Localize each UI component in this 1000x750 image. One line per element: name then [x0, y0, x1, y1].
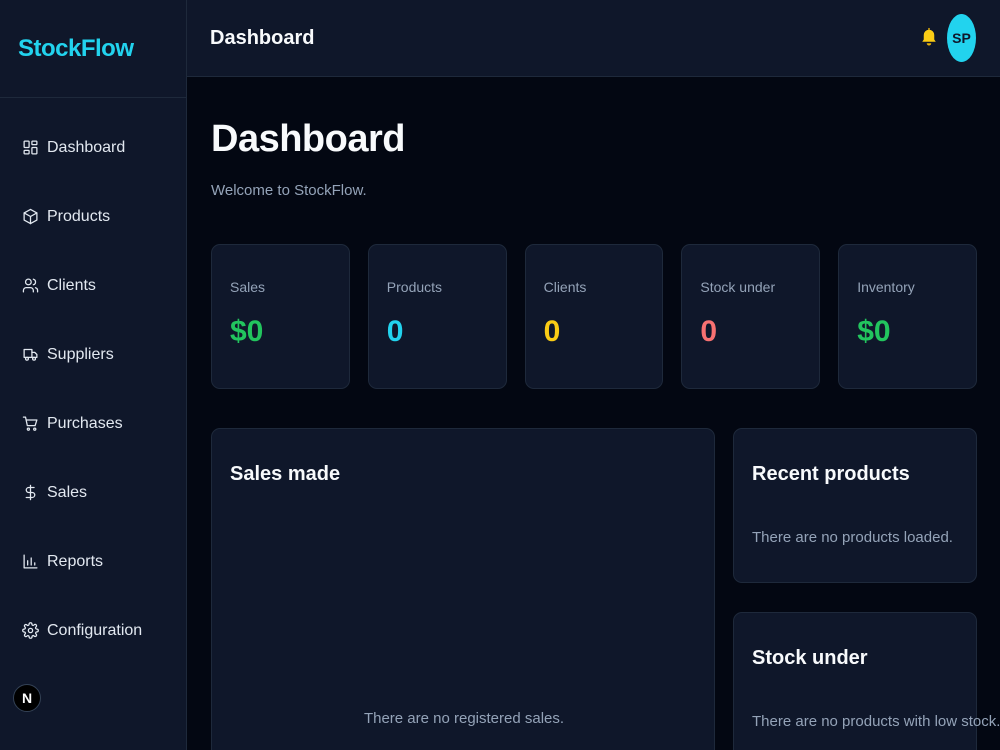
recent-products-panel: Recent products There are no products lo…: [733, 428, 977, 583]
header-title: Dashboard: [210, 26, 315, 49]
page-subtitle: Welcome to StockFlow.: [211, 182, 367, 199]
sidebar-item-suppliers[interactable]: Suppliers: [0, 320, 186, 389]
stat-label: Inventory: [857, 279, 915, 295]
stat-label: Products: [386, 279, 443, 295]
nextjs-badge[interactable]: N: [13, 684, 41, 712]
sidebar-item-label: Suppliers: [47, 345, 114, 363]
empty-state-text: There are no registered sales.: [363, 710, 565, 727]
sidebar-item-label: Sales: [47, 483, 88, 501]
sidebar-item-products[interactable]: Products: [0, 182, 186, 251]
bell-icon[interactable]: [920, 27, 938, 49]
brand-logo-text[interactable]: StockFlow: [18, 35, 134, 63]
brand[interactable]: StockFlow: [0, 0, 186, 98]
sidebar: StockFlow Dashboard Products Clients Sup…: [0, 0, 187, 750]
truck-icon: [23, 348, 38, 361]
avatar[interactable]: SP: [947, 14, 976, 62]
top-bar: Dashboard SP: [187, 0, 1000, 77]
sidebar-item-label: Products: [47, 207, 111, 225]
sidebar-item-configuration[interactable]: Configuration: [0, 596, 186, 665]
stat-label: Stock under: [700, 279, 776, 295]
sidebar-item-sales[interactable]: Sales: [0, 458, 186, 527]
stock-under-panel: Stock under There are no products with l…: [733, 612, 1000, 750]
dollar-icon: [25, 484, 36, 501]
page-title: Dashboard: [211, 118, 405, 160]
stat-value: $0: [857, 315, 891, 348]
stat-card-clients: Clients 0: [524, 244, 664, 389]
box-icon: [23, 208, 38, 225]
panel-title: Recent products: [752, 463, 910, 485]
sidebar-nav: Dashboard Products Clients Suppliers Pur…: [0, 98, 186, 665]
sidebar-item-label: Configuration: [47, 621, 143, 639]
stat-value: 0: [543, 315, 561, 348]
gear-icon: [22, 622, 39, 639]
cart-icon: [22, 416, 38, 431]
dashboard-icon: [23, 140, 38, 155]
stat-value: 0: [386, 315, 404, 348]
sidebar-item-label: Dashboard: [47, 138, 126, 156]
stat-value: 0: [700, 315, 718, 348]
empty-state-text: There are no products with low stock.: [752, 713, 1000, 730]
panel-title: Stock under: [752, 647, 868, 669]
sidebar-item-label: Purchases: [47, 414, 123, 432]
bar-chart-icon: [23, 554, 38, 569]
stat-card-sales: Sales $0: [211, 244, 350, 389]
stat-label: Clients: [543, 279, 587, 295]
stat-value: $0: [230, 315, 264, 348]
empty-state-text: There are no products loaded.: [752, 529, 953, 546]
stat-card-stock-under: Stock under 0: [681, 244, 821, 389]
sidebar-item-purchases[interactable]: Purchases: [0, 389, 186, 458]
sidebar-item-label: Clients: [47, 276, 96, 294]
sidebar-item-label: Reports: [47, 552, 104, 570]
users-icon: [22, 278, 39, 293]
stat-card-inventory: Inventory $0: [838, 244, 977, 389]
stat-card-products: Products 0: [367, 244, 507, 389]
sidebar-item-clients[interactable]: Clients: [0, 251, 186, 320]
panel-title: Sales made: [230, 463, 341, 485]
sidebar-item-reports[interactable]: Reports: [0, 527, 186, 596]
stats-row: Sales $0 Products 0 Clients 0 Stock unde…: [211, 244, 977, 389]
sales-panel: Sales made There are no registered sales…: [211, 428, 715, 750]
sidebar-item-dashboard[interactable]: Dashboard: [0, 113, 186, 182]
stat-label: Sales: [230, 279, 266, 295]
